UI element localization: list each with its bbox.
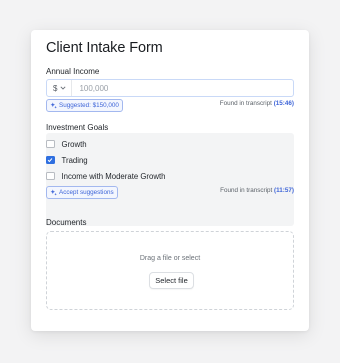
- income-transcript-reference: Found in transcript (15:46): [220, 100, 294, 107]
- checkbox-income-moderate-growth[interactable]: [46, 171, 55, 181]
- checkbox-growth[interactable]: [46, 139, 55, 149]
- chevron-down-icon: [60, 86, 66, 90]
- documents-label: Documents: [46, 218, 87, 227]
- annual-income-label: Annual Income: [46, 67, 100, 76]
- goal-option-label: Income with Moderate Growth: [61, 171, 166, 181]
- goals-transcript-reference: Found in transcript (11:57): [220, 187, 294, 194]
- investment-goals-panel: Growth Trading Income with Moderate Grow…: [46, 133, 294, 226]
- found-in-transcript-text: Found in transcript: [220, 187, 273, 194]
- file-dropzone[interactable]: Drag a file or select Select file: [46, 231, 294, 310]
- transcript-timestamp-link[interactable]: (11:57): [274, 187, 294, 194]
- transcript-timestamp-link[interactable]: (15:46): [274, 100, 294, 107]
- accept-suggestions-chip[interactable]: Accept suggestions: [46, 186, 118, 199]
- goal-option-trading[interactable]: Trading: [46, 154, 88, 166]
- currency-symbol: $: [53, 83, 58, 93]
- dropzone-hint: Drag a file or select: [139, 255, 201, 262]
- form-title: Client Intake Form: [46, 40, 163, 56]
- annual-income-input[interactable]: [72, 83, 230, 93]
- intake-form-card: Client Intake Form Annual Income $ Sugge…: [31, 30, 309, 331]
- goal-option-income-moderate-growth[interactable]: Income with Moderate Growth: [46, 170, 166, 182]
- accept-suggestions-label: Accept suggestions: [59, 189, 114, 196]
- suggestion-chip-label: Suggested: $150,000: [59, 102, 119, 109]
- annual-income-field: $: [46, 79, 294, 97]
- goal-option-growth[interactable]: Growth: [46, 138, 87, 150]
- income-suggestion-chip[interactable]: Suggested: $150,000: [46, 99, 123, 112]
- select-file-button[interactable]: Select file: [149, 272, 194, 289]
- sparkle-icon: [50, 189, 57, 196]
- income-suggestion-row: Suggested: $150,000 Found in transcript …: [46, 99, 294, 112]
- checkmark-icon: [47, 158, 53, 163]
- sparkle-icon: [50, 102, 57, 109]
- goal-option-label: Trading: [61, 155, 88, 165]
- checkbox-trading[interactable]: [46, 155, 55, 165]
- investment-goals-label: Investment Goals: [46, 123, 109, 132]
- goal-option-label: Growth: [61, 139, 87, 149]
- goals-suggestion-row: Accept suggestions Found in transcript (…: [46, 186, 294, 199]
- currency-selector[interactable]: $: [47, 80, 73, 96]
- found-in-transcript-text: Found in transcript: [219, 100, 272, 107]
